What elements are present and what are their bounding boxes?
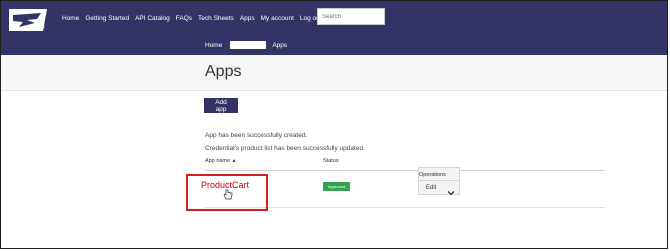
breadcrumb-redacted [230, 41, 267, 49]
apps-table-header: App name ▲ Status Operations [205, 158, 605, 182]
column-header-status: Status [323, 158, 339, 164]
nav-item-tech-sheets[interactable]: Tech Sheets [198, 15, 234, 22]
search-input[interactable] [317, 8, 385, 25]
main-nav: Home Getting Started API Catalog FAQs Te… [62, 15, 328, 22]
nav-item-home[interactable]: Home [62, 15, 79, 22]
edit-button[interactable]: Edit [426, 185, 436, 191]
nav-item-api-catalog[interactable]: API Catalog [135, 15, 170, 22]
nav-item-faqs[interactable]: FAQs [176, 15, 192, 22]
breadcrumb-home[interactable]: Home [205, 42, 222, 49]
column-header-app-name[interactable]: App name ▲ [205, 158, 237, 164]
page-frame: ® Home Getting Started API Catalog FAQs … [0, 0, 668, 249]
sort-asc-icon: ▲ [231, 158, 237, 164]
nav-item-my-account[interactable]: My account [261, 15, 294, 22]
breadcrumb: Home Apps [205, 41, 287, 49]
hand-pointer-icon [223, 187, 233, 200]
top-navigation-bar: ® Home Getting Started API Catalog FAQs … [1, 1, 667, 55]
operations-dropdown[interactable]: Edit [418, 180, 460, 196]
column-header-label: App name [205, 158, 231, 164]
nav-item-apps[interactable]: Apps [240, 15, 255, 22]
add-app-button[interactable]: Add app [204, 98, 238, 113]
status-badge: Approved [323, 182, 350, 191]
status-message-updated: Credential's product list has been succe… [205, 145, 365, 152]
registered-mark: ® [41, 25, 45, 31]
page-title-band: Apps [1, 55, 667, 91]
status-message-created: App has been successfully created. [205, 132, 308, 139]
nav-item-getting-started[interactable]: Getting Started [85, 15, 129, 22]
chevron-down-icon[interactable] [447, 184, 455, 196]
page-title: Apps [205, 63, 242, 80]
breadcrumb-current: Apps [272, 41, 288, 49]
